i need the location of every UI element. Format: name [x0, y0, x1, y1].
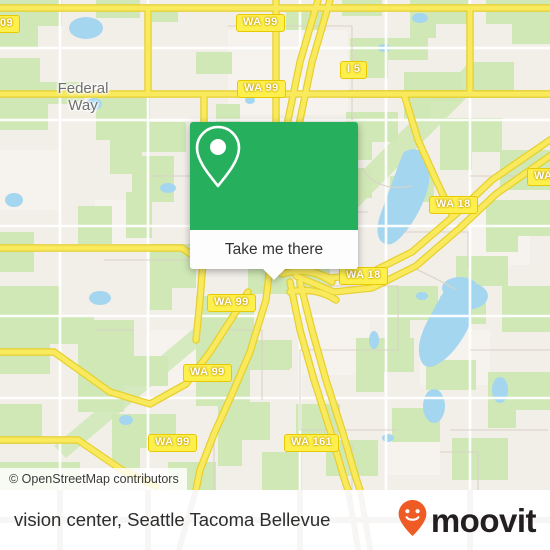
shield-wa-99-3[interactable]: WA 99	[207, 294, 256, 312]
take-me-there-button[interactable]: Take me there	[190, 230, 358, 269]
shield-wa-18-1[interactable]: WA 18	[429, 196, 478, 214]
shield-wa-99-4[interactable]: WA 99	[183, 364, 232, 382]
shield-wa-99-1[interactable]: WA 99	[236, 14, 285, 32]
map-canvas[interactable]: Federal Way 09 WA 99 WA 99 I 5 WA WA 18 …	[0, 0, 550, 490]
shield-wa-99-2[interactable]: WA 99	[237, 80, 286, 98]
shield-wa-edge[interactable]: WA	[527, 168, 550, 186]
osm-attribution[interactable]: © OpenStreetMap contributors	[0, 468, 187, 490]
shield-wa-161[interactable]: WA 161	[284, 434, 340, 452]
popup-header	[190, 122, 358, 230]
shield-i-5[interactable]: I 5	[340, 61, 368, 79]
shield-wa-18-2[interactable]: WA 18	[339, 267, 388, 285]
popup-tail-pointer	[263, 269, 285, 280]
city-label-federal-way: Federal Way	[57, 80, 109, 114]
footer-bar: vision center, Seattle Tacoma Bellevue m…	[0, 490, 550, 550]
shield-wa-509[interactable]: 09	[0, 15, 21, 33]
moovit-wordmark: moovit	[430, 501, 537, 539]
search-result-title: vision center, Seattle Tacoma Bellevue	[14, 509, 331, 530]
moovit-logo[interactable]: moovit	[397, 490, 537, 550]
shield-wa-99-5[interactable]: WA 99	[148, 434, 197, 452]
moovit-map-screenshot: Federal Way 09 WA 99 WA 99 I 5 WA WA 18 …	[0, 0, 550, 550]
take-me-there-popup[interactable]: Take me there	[190, 122, 358, 280]
moovit-smiley-pin-icon	[397, 499, 428, 542]
